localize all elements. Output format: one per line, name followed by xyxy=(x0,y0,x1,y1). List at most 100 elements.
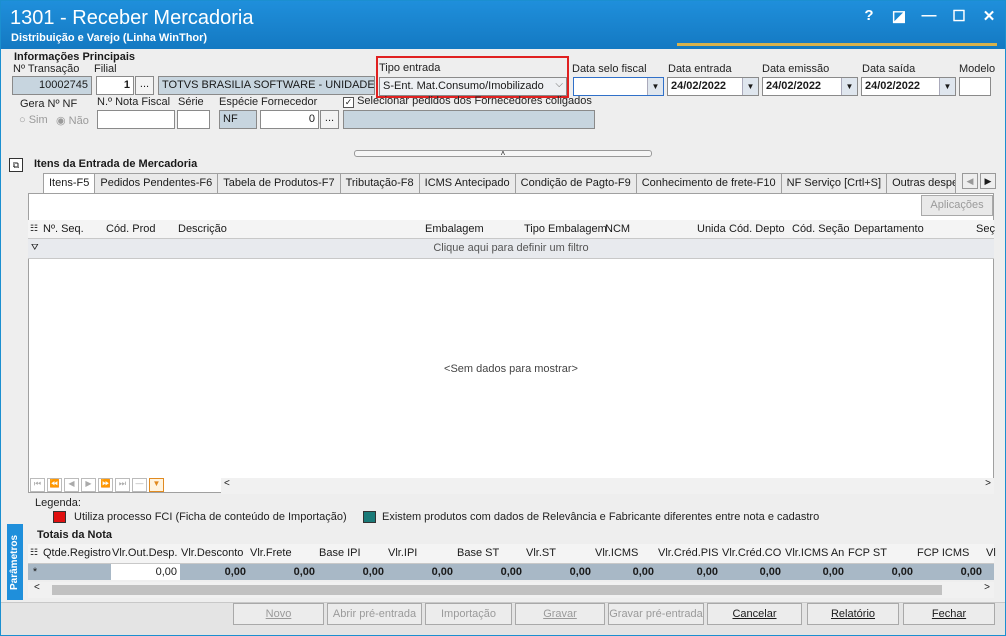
column-chooser-icon[interactable]: ☷ xyxy=(30,547,38,558)
col-cod-prod[interactable]: Cód. Prod xyxy=(106,223,156,235)
date-dropdown-icon[interactable]: ▼ xyxy=(742,78,758,95)
date-dropdown-icon[interactable]: ▼ xyxy=(939,78,955,95)
column-chooser-icon[interactable]: ☷ xyxy=(30,223,38,234)
col-cod-depto[interactable]: Cód. Depto xyxy=(729,223,785,235)
parametros-side-tab[interactable]: Parâmetros xyxy=(7,524,23,600)
col-descricao[interactable]: Descrição xyxy=(178,223,227,235)
scroll-right-icon[interactable]: > xyxy=(985,478,991,489)
tot-val-base-st[interactable]: 0,00 xyxy=(456,564,525,580)
tot-val-qtde[interactable] xyxy=(42,564,111,580)
items-hscrollbar[interactable]: < > xyxy=(221,478,994,494)
date-dropdown-icon[interactable]: ▼ xyxy=(841,78,857,95)
tot-col-fcp-st[interactable]: FCP ST xyxy=(848,547,887,559)
coligados-checkbox[interactable]: ✓ Selecionar pedidos dos Fornecedores co… xyxy=(343,95,592,108)
tab-outras-despesas[interactable]: Outras despes xyxy=(886,173,957,193)
tot-col-st[interactable]: Vlr.ST xyxy=(526,547,556,559)
tot-val-icms-ant[interactable]: 0,00 xyxy=(784,564,847,580)
tot-col-icms-ant[interactable]: Vlr.ICMS An xyxy=(785,547,844,559)
data-emissao-field[interactable]: 24/02/2022 ▼ xyxy=(762,77,858,96)
tot-val-cred-cofins[interactable]: 0,00 xyxy=(721,564,784,580)
panel-splitter[interactable]: ˄ xyxy=(354,150,652,158)
next-record-icon[interactable]: ▶ xyxy=(81,478,96,492)
restore-panel-icon[interactable]: ⧉ xyxy=(9,158,23,172)
tot-col-base-ipi[interactable]: Base IPI xyxy=(319,547,361,559)
scroll-right-icon[interactable]: > xyxy=(984,582,990,593)
tab-icms-antecipado[interactable]: ICMS Antecipado xyxy=(418,173,516,193)
tot-val-vl[interactable] xyxy=(985,564,994,580)
gravar-button[interactable]: Gravar xyxy=(515,603,605,625)
fornecedor-lookup-button[interactable]: ... xyxy=(320,110,339,129)
tot-col-icms[interactable]: Vlr.ICMS xyxy=(595,547,638,559)
novo-button[interactable]: Novo xyxy=(233,603,324,625)
importacao-button[interactable]: Importação xyxy=(425,603,512,625)
tot-col-qtde[interactable]: Qtde.Registro xyxy=(43,547,111,559)
gera-nf-sim-radio[interactable]: ○ Sim xyxy=(19,114,48,126)
filial-lookup-button[interactable]: ... xyxy=(135,76,154,95)
modelo-field[interactable] xyxy=(959,77,991,96)
date-dropdown-icon[interactable]: ▼ xyxy=(647,78,663,95)
last-record-icon[interactable]: ⏭ xyxy=(115,478,130,492)
tab-pedidos-pendentes[interactable]: Pedidos Pendentes-F6 xyxy=(94,173,219,193)
col-tipo-embalagem[interactable]: Tipo Embalagem xyxy=(524,223,607,235)
tab-condicao-pagto[interactable]: Condição de Pagto-F9 xyxy=(514,173,637,193)
tabs-scroll-right-icon[interactable]: ▶ xyxy=(980,173,996,189)
tot-col-out-desp[interactable]: Vlr.Out.Desp. xyxy=(112,547,177,559)
abrir-pre-entrada-button[interactable]: Abrir pré-entrada xyxy=(327,603,422,625)
tot-col-ipi[interactable]: Vlr.IPI xyxy=(388,547,417,559)
relatorio-button[interactable]: Relatório xyxy=(807,603,899,625)
tab-conhecimento-frete[interactable]: Conhecimento de frete-F10 xyxy=(635,173,782,193)
gera-nf-nao-radio[interactable]: ◉ Não xyxy=(56,114,89,127)
col-embalagem[interactable]: Embalagem xyxy=(425,223,484,235)
tot-val-cred-pis[interactable]: 0,00 xyxy=(657,564,721,580)
prev-record-icon[interactable]: ◀ xyxy=(64,478,79,492)
col-ncm[interactable]: NCM xyxy=(605,223,630,235)
theme-icon[interactable]: ◪ xyxy=(891,7,907,25)
first-record-icon[interactable]: ⏮ xyxy=(30,478,45,492)
tab-tabela-produtos[interactable]: Tabela de Produtos-F7 xyxy=(217,173,341,193)
tab-tributacao[interactable]: Tributação-F8 xyxy=(339,173,420,193)
tot-col-fcp-icms[interactable]: FCP ICMS xyxy=(917,547,969,559)
tot-col-frete[interactable]: Vlr.Frete xyxy=(250,547,292,559)
tot-val-frete[interactable]: 0,00 xyxy=(249,564,318,580)
scroll-left-icon[interactable]: < xyxy=(224,478,230,489)
fechar-button[interactable]: Fechar xyxy=(903,603,995,625)
fornecedor-field[interactable]: 0 xyxy=(260,110,319,129)
tot-val-st[interactable]: 0,00 xyxy=(525,564,594,580)
maximize-icon[interactable]: ☐ xyxy=(951,7,967,25)
tot-val-out-desp[interactable]: 0,00 xyxy=(111,564,180,580)
tot-col-desconto[interactable]: Vlr.Desconto xyxy=(181,547,243,559)
help-icon[interactable]: ? xyxy=(861,7,877,25)
cancelar-button[interactable]: Cancelar xyxy=(707,603,802,625)
tot-col-base-st[interactable]: Base ST xyxy=(457,547,499,559)
col-seq[interactable]: Nº. Seq. xyxy=(43,223,84,235)
tot-val-ipi[interactable]: 0,00 xyxy=(387,564,456,580)
delete-record-icon[interactable]: — xyxy=(132,478,147,492)
minimize-icon[interactable]: — xyxy=(921,7,937,25)
col-departamento[interactable]: Departamento xyxy=(854,223,924,235)
data-entrada-field[interactable]: 24/02/2022 ▼ xyxy=(667,77,759,96)
tot-val-fcp-st[interactable]: 0,00 xyxy=(847,564,916,580)
tot-val-fcp-icms[interactable]: 0,00 xyxy=(916,564,985,580)
col-unidade[interactable]: Unida xyxy=(697,223,726,235)
tab-itens[interactable]: Itens-F5 xyxy=(43,173,96,194)
aplicacoes-button[interactable]: Aplicações xyxy=(921,195,993,216)
nota-fiscal-field[interactable] xyxy=(97,110,175,129)
tab-nf-servico[interactable]: NF Serviço [Crtl+S] xyxy=(780,173,888,193)
col-cod-secao[interactable]: Cód. Seção xyxy=(792,223,849,235)
tot-col-cred-pis[interactable]: Vlr.Créd.PIS xyxy=(658,547,719,559)
tot-col-cred-cofins[interactable]: Vlr.Créd.CO xyxy=(722,547,781,559)
tot-col-vl[interactable]: Vl xyxy=(986,547,996,559)
gravar-pre-entrada-button[interactable]: Gravar pré-entrada xyxy=(608,603,704,625)
tot-val-desconto[interactable]: 0,00 xyxy=(180,564,249,580)
prev-page-icon[interactable]: ⏪ xyxy=(47,478,62,492)
scroll-thumb[interactable] xyxy=(52,585,942,595)
next-page-icon[interactable]: ⏩ xyxy=(98,478,113,492)
filial-field[interactable]: 1 xyxy=(96,76,134,95)
data-selo-field[interactable]: ▼ xyxy=(573,77,664,96)
tabs-scroll-left-icon[interactable]: ◀ xyxy=(962,173,978,189)
serie-field[interactable] xyxy=(177,110,210,129)
filter-record-icon[interactable]: ▼ xyxy=(149,478,164,492)
col-secao[interactable]: Seç xyxy=(976,223,995,235)
data-saida-field[interactable]: 24/02/2022 ▼ xyxy=(861,77,956,96)
tot-val-icms[interactable]: 0,00 xyxy=(594,564,657,580)
